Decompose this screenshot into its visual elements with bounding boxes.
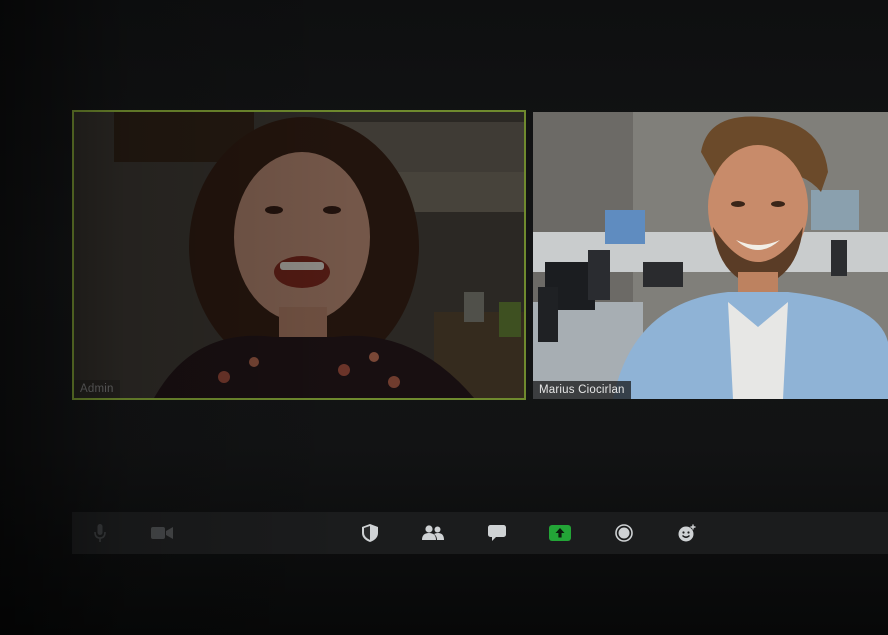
video-feed: [533, 112, 888, 399]
participants-button[interactable]: [421, 522, 445, 544]
security-shield-icon: [362, 524, 378, 542]
participants-icon: [422, 525, 444, 541]
participant-video-tile-marius[interactable]: Marius Ciocirlan: [533, 112, 888, 399]
chat-button[interactable]: [485, 522, 509, 544]
reactions-button[interactable]: [675, 522, 699, 544]
video-camera-icon: [151, 526, 173, 540]
record-icon: [615, 524, 633, 542]
record-button[interactable]: [612, 522, 636, 544]
chat-icon: [488, 525, 506, 541]
microphone-icon: [94, 524, 106, 542]
security-button[interactable]: [358, 522, 382, 544]
participant-name-label: Admin: [74, 380, 120, 398]
stop-video-button[interactable]: [150, 522, 174, 544]
reactions-icon: [678, 524, 696, 542]
share-screen-button[interactable]: [548, 522, 572, 544]
participant-video-tile-admin[interactable]: Admin: [72, 110, 526, 400]
meeting-stage: Admin Marius Ciocirlan: [0, 0, 888, 635]
mute-button[interactable]: [88, 522, 112, 544]
video-dim-overlay: [74, 112, 524, 398]
meeting-controls-toolbar: [72, 512, 888, 554]
share-screen-icon: [549, 525, 571, 541]
participant-name-label: Marius Ciocirlan: [533, 381, 631, 399]
